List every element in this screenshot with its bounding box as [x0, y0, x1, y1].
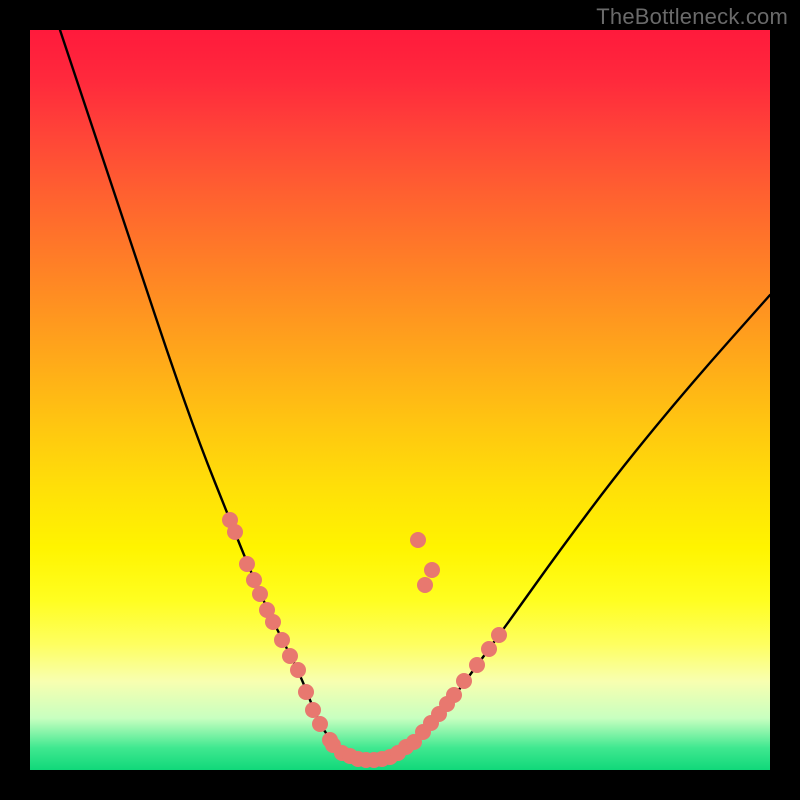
- marker-group: [222, 512, 507, 768]
- data-marker: [469, 657, 485, 673]
- plot-area: [30, 30, 770, 770]
- bottleneck-curve: [60, 30, 770, 759]
- data-marker: [305, 702, 321, 718]
- data-marker: [312, 716, 328, 732]
- data-marker: [298, 684, 314, 700]
- data-marker: [239, 556, 255, 572]
- data-marker: [446, 687, 462, 703]
- data-marker: [246, 572, 262, 588]
- data-marker: [252, 586, 268, 602]
- data-marker: [491, 627, 507, 643]
- data-marker: [265, 614, 281, 630]
- data-marker: [282, 648, 298, 664]
- data-marker: [417, 577, 433, 593]
- data-marker: [290, 662, 306, 678]
- data-marker: [481, 641, 497, 657]
- data-marker: [274, 632, 290, 648]
- data-marker: [410, 532, 426, 548]
- chart-frame: TheBottleneck.com: [0, 0, 800, 800]
- curve-layer: [30, 30, 770, 770]
- data-marker: [424, 562, 440, 578]
- watermark-text: TheBottleneck.com: [596, 4, 788, 30]
- data-marker: [227, 524, 243, 540]
- data-marker: [456, 673, 472, 689]
